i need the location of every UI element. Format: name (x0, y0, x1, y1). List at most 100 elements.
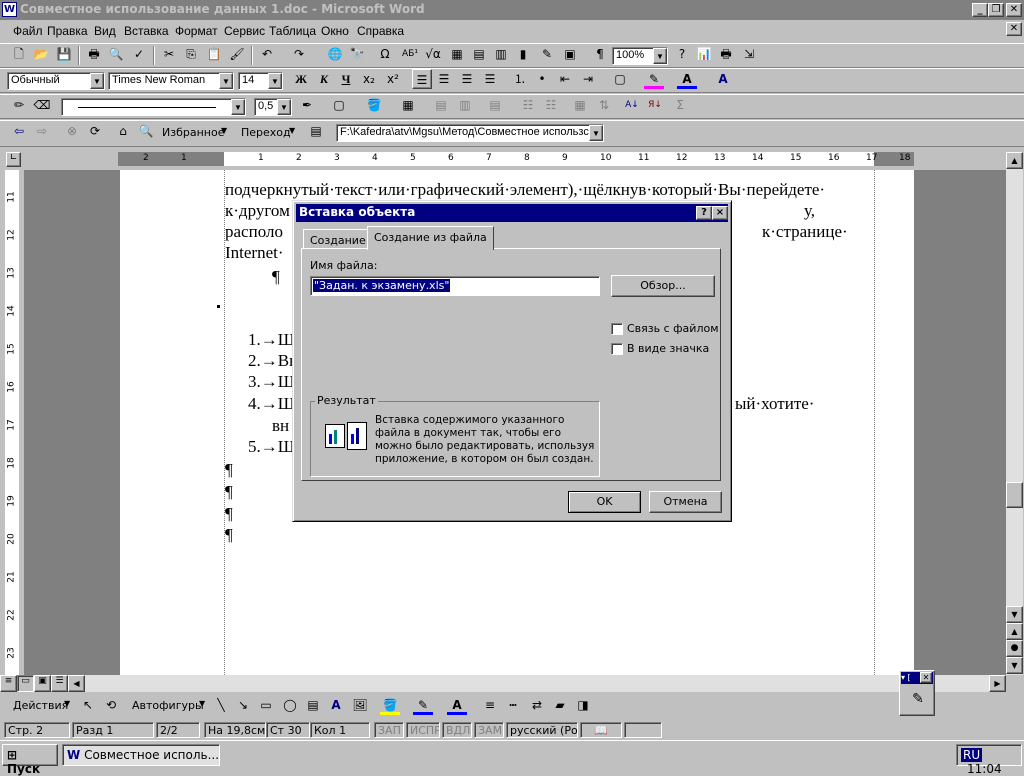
chevron-down-icon[interactable]: ▼ (231, 99, 245, 115)
print-icon[interactable]: 🖶 (84, 44, 104, 64)
status-ovr[interactable]: ЗАМ (474, 722, 504, 738)
doc-line[interactable]: ¶ (225, 525, 233, 545)
link-to-file-label[interactable]: Связь с файлом (627, 322, 719, 335)
size-combo[interactable]: 14 ▼ (238, 72, 283, 90)
align-center-icon[interactable]: ☰ (434, 69, 454, 89)
underline-button[interactable]: Ч (336, 69, 356, 89)
eraser-icon[interactable]: ⌫ (32, 95, 52, 115)
language-indicator[interactable]: RU (961, 748, 983, 762)
menu-insert[interactable]: Вставка (124, 24, 169, 38)
status-ext[interactable]: ВДЛ (442, 722, 472, 738)
cancel-button[interactable]: Отмена (649, 491, 722, 513)
align-right-icon[interactable]: ☰ (457, 69, 477, 89)
doc-line[interactable]: 3.→Щ (248, 372, 295, 392)
sort-desc-icon[interactable]: Я↓ (645, 95, 665, 115)
printer-icon[interactable]: 🖶 (716, 44, 736, 64)
doc-line[interactable]: подчеркнутый·текст·или·графический·элеме… (225, 180, 825, 200)
wordart-icon[interactable]: A (326, 695, 346, 715)
undo-icon[interactable]: ↶ (257, 44, 277, 64)
arrow-icon[interactable]: ↘ (233, 695, 253, 715)
doc-line[interactable]: ¶ (272, 267, 280, 287)
font-combo[interactable]: Times New Roman ▼ (108, 72, 234, 90)
dialog-close-button[interactable]: × (712, 206, 728, 220)
scroll-down-icon[interactable]: ▼ (1006, 606, 1023, 623)
display-as-icon-label[interactable]: В виде значка (627, 342, 709, 355)
scroll-thumb[interactable] (1006, 482, 1023, 508)
bullets-icon[interactable]: • (532, 69, 552, 89)
line-style-combo[interactable]: ▼ (61, 98, 246, 116)
chart-icon[interactable]: 📊 (694, 44, 714, 64)
stop-icon[interactable]: ⊗ (62, 121, 82, 141)
menu-file[interactable]: Файл (13, 24, 43, 38)
insert-excel-icon[interactable]: ▥ (491, 44, 511, 64)
goto-menu[interactable]: Переход (241, 126, 291, 139)
chevron-down-icon[interactable]: ▼ (90, 73, 104, 89)
print-layout-icon[interactable]: ▣ (34, 675, 51, 692)
superscript-icon[interactable]: x² (383, 69, 403, 89)
print-preview-icon[interactable]: 🔍 (106, 44, 126, 64)
ok-button[interactable]: OK (568, 491, 641, 513)
back-icon[interactable]: ⇦ (9, 121, 29, 141)
status-trk[interactable]: ИСПР (406, 722, 440, 738)
help-icon[interactable]: ? (672, 44, 692, 64)
search-web-icon[interactable]: 🔍 (136, 121, 156, 141)
close-icon[interactable]: ✕ (920, 672, 932, 683)
insert-table-small-icon[interactable]: ▦ (398, 95, 418, 115)
shadow-icon[interactable]: ▰ (550, 695, 570, 715)
chevron-down-icon[interactable]: ▼ (589, 125, 603, 141)
address-combo[interactable]: F:\Kafedra\atv\Mgsu\Метод\Совместное исп… (336, 124, 604, 142)
dash-style-icon[interactable]: ┅ (503, 695, 523, 715)
web-view-icon[interactable]: ▭ (17, 675, 34, 692)
refresh-icon[interactable]: ⟳ (85, 121, 105, 141)
line-color-icon[interactable]: ✎ (413, 695, 433, 715)
forward-icon[interactable]: ⇨ (32, 121, 52, 141)
tab-create-from-file[interactable]: Создание из файла (367, 226, 494, 250)
save-icon[interactable]: 💾 (54, 44, 74, 64)
doc-line[interactable]: к·другом (225, 201, 290, 221)
tables-borders-icon[interactable]: ▦ (447, 44, 467, 64)
select-objects-icon[interactable]: ↖ (78, 695, 98, 715)
hyperlink-icon[interactable]: 🌐 (325, 44, 345, 64)
paste-icon[interactable]: 📋 (204, 44, 224, 64)
browse-object-icon[interactable]: ● (1006, 640, 1023, 657)
doc-line[interactable]: ¶ (225, 460, 233, 480)
doc-line[interactable]: ¶ (225, 504, 233, 524)
show-only-web-icon[interactable]: ▤ (306, 121, 326, 141)
draw-font-color-icon[interactable]: A (447, 695, 467, 715)
chevron-down-icon[interactable]: ▼ (653, 48, 667, 64)
autoshapes-menu[interactable]: Автофигуры (132, 699, 204, 712)
home-icon[interactable]: ⌂ (113, 121, 133, 141)
menu-table[interactable]: Таблица (269, 24, 316, 38)
style-combo[interactable]: Обычный ▼ (7, 72, 105, 90)
fill-color-icon[interactable]: 🪣 (380, 695, 400, 715)
rectangle-icon[interactable]: ▭ (256, 695, 276, 715)
zoom-combo[interactable]: 100% ▼ (612, 47, 668, 65)
vertical-scrollbar[interactable]: ▲ ▼ ▲ ● ▼ (1006, 152, 1023, 675)
filename-input[interactable]: "Задан. к экзамену.xls" (310, 276, 600, 296)
doc-line[interactable]: располо (225, 222, 283, 242)
web-toolbar-icon[interactable]: 🔭 (347, 44, 367, 64)
doc-line[interactable]: 1.→Щ (248, 330, 295, 350)
status-language[interactable]: русский (Ро (506, 722, 578, 738)
tab-create-new[interactable]: Создание (303, 229, 373, 249)
increase-indent-icon[interactable]: ⇥ (578, 69, 598, 89)
menu-help[interactable]: Справка (357, 24, 404, 38)
copy-icon[interactable]: ⎘ (181, 44, 201, 64)
borders-icon[interactable]: ▢ (610, 69, 630, 89)
clipart-icon[interactable]: 🖼 (350, 695, 370, 715)
chevron-down-icon[interactable]: ▼ (289, 126, 295, 135)
style-gallery-icon[interactable]: A (713, 69, 733, 89)
outside-border-icon[interactable]: ▢ (329, 95, 349, 115)
horizontal-ruler[interactable]: ∟ 2 1 1 2 3 4 5 6 7 8 9 10 11 12 13 14 15 16 17 18 (0, 149, 1024, 170)
dialog-help-button[interactable]: ? (696, 206, 712, 220)
close-document-button[interactable]: ✕ (1006, 22, 1022, 36)
doc-line[interactable]: ый·хотите· (735, 394, 814, 414)
3d-icon[interactable]: ◨ (573, 695, 593, 715)
insert-symbol-icon[interactable]: Ω (375, 44, 395, 64)
dialog-title-bar[interactable]: Вставка объекта ? × (296, 204, 728, 222)
doc-line[interactable]: 4.→Щ (248, 394, 295, 414)
abc-icon[interactable]: AБ¹ (400, 44, 420, 64)
start-button[interactable]: ⊞ Пуск (2, 744, 58, 776)
tab-stop-selector[interactable]: ∟ (6, 152, 21, 167)
chevron-down-icon[interactable]: ▼ (221, 126, 227, 135)
